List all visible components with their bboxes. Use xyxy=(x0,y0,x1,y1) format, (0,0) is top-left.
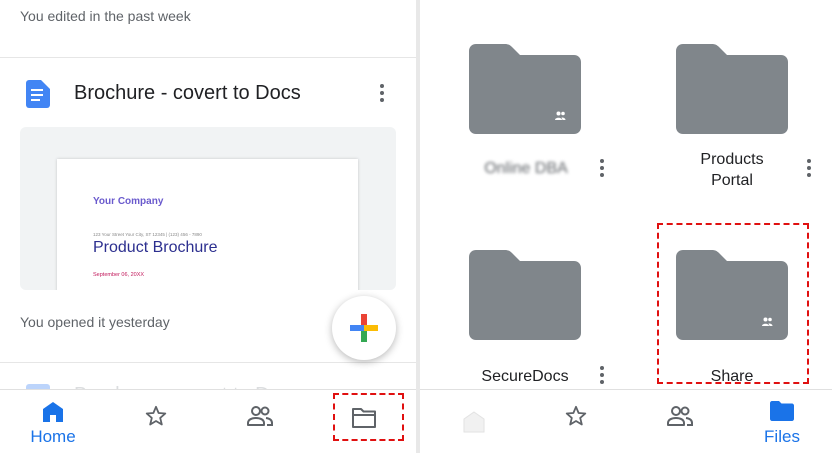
folder-icon xyxy=(469,250,581,340)
shared-folder-icon xyxy=(676,250,788,340)
star-icon xyxy=(565,405,587,426)
thumbnail-company: Your Company xyxy=(93,196,164,207)
shared-folder-icon xyxy=(469,44,581,134)
more-options-icon[interactable] xyxy=(593,363,611,387)
nav-files[interactable] xyxy=(312,390,416,453)
folder-icon xyxy=(352,408,376,428)
new-document-button[interactable] xyxy=(332,296,396,360)
home-icon xyxy=(463,411,485,433)
bottom-navigation-bar: Files xyxy=(420,389,832,453)
people-icon xyxy=(247,406,273,426)
more-options-icon[interactable] xyxy=(373,81,391,105)
doc-title: Brochure - covert to Docs xyxy=(74,82,301,104)
nav-files[interactable]: Files xyxy=(730,390,832,453)
files-screen: Online DBA Products Portal SecureDocs Sh… xyxy=(420,0,832,453)
section-label-yesterday: You opened it yesterday xyxy=(20,314,170,330)
docs-icon xyxy=(26,80,50,108)
nav-home[interactable]: Home xyxy=(1,390,105,453)
folder-icon xyxy=(676,44,788,134)
folder-icon xyxy=(770,401,794,421)
folder-name: Online DBA xyxy=(484,160,568,177)
nav-home-label: Home xyxy=(30,427,76,446)
nav-starred[interactable] xyxy=(524,390,628,453)
nav-files-label: Files xyxy=(764,427,800,446)
bottom-navigation-bar: Home xyxy=(0,389,416,453)
thumbnail-date: September 06, 20XX xyxy=(93,272,145,278)
nav-shared[interactable] xyxy=(208,390,312,453)
star-icon xyxy=(145,405,167,426)
more-options-icon[interactable] xyxy=(593,156,611,180)
thumbnail-address: 123 Your Street Your City, ST 12345 | (1… xyxy=(93,232,202,237)
doc-thumbnail[interactable]: Your Company 123 Your Street Your City, … xyxy=(20,127,396,290)
docs-home-screen: You edited in the past week Brochure - c… xyxy=(0,0,416,453)
folder-name: Share xyxy=(710,368,754,385)
more-options-icon[interactable] xyxy=(800,156,818,180)
nav-shared[interactable] xyxy=(628,390,732,453)
thumbnail-heading: Product Brochure xyxy=(93,239,218,256)
people-icon xyxy=(667,406,693,426)
thumbnail-page: Your Company 123 Your Street Your City, … xyxy=(57,159,358,290)
divider xyxy=(0,362,416,363)
home-icon xyxy=(43,402,63,422)
nav-home[interactable] xyxy=(422,390,526,453)
folder-name: SecureDocs xyxy=(481,368,569,385)
folder-name: Products Portal xyxy=(700,151,764,189)
plus-icon xyxy=(350,314,378,342)
divider xyxy=(0,57,416,58)
section-label-past-week: You edited in the past week xyxy=(20,8,191,24)
nav-starred[interactable] xyxy=(104,390,208,453)
